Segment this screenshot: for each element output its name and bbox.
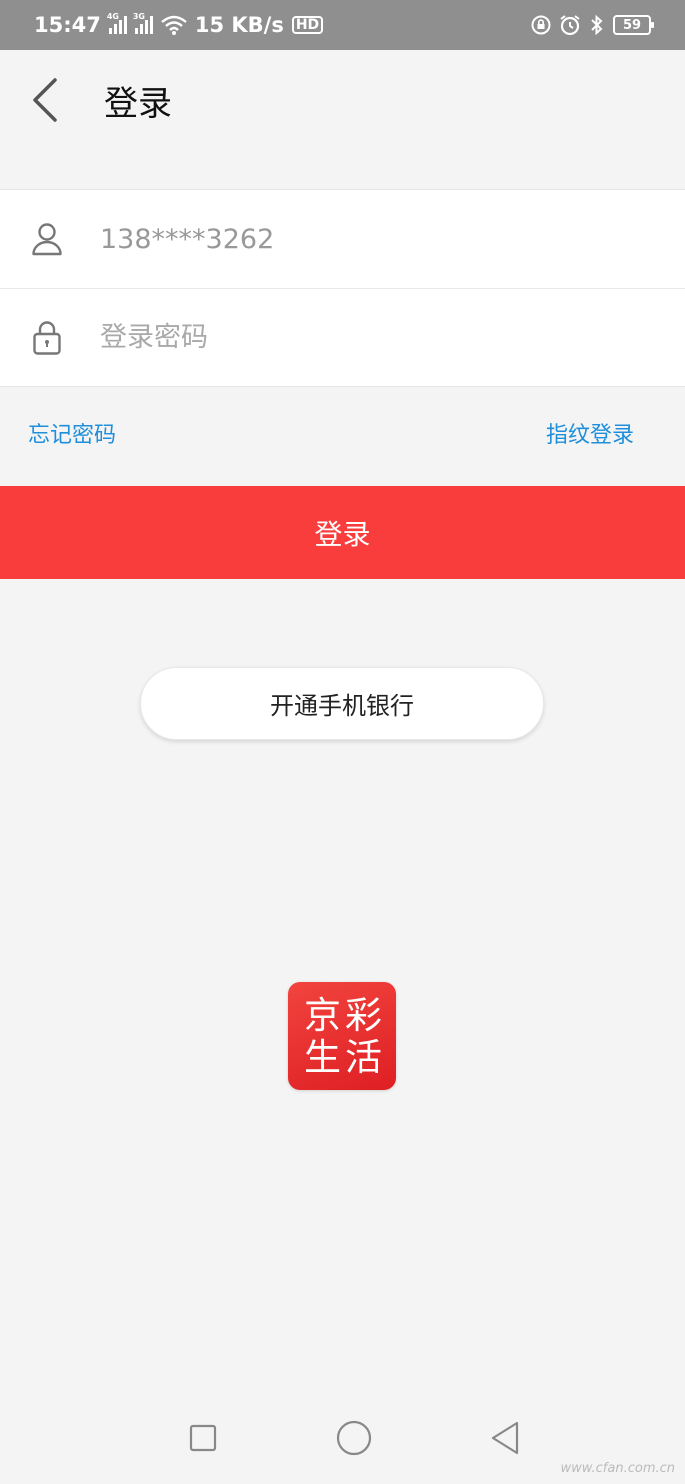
login-form: [0, 189, 685, 387]
chevron-left-icon: [33, 78, 57, 122]
circle-icon: [336, 1420, 371, 1456]
lock-icon: [33, 320, 61, 355]
hd-voice-icon: HD: [291, 16, 324, 34]
status-left: 15:47 4G 3G 15 KB/s HD: [34, 12, 324, 37]
logo-char: 京: [304, 993, 341, 1037]
triangle-back-icon: [491, 1421, 518, 1455]
user-icon: [32, 223, 62, 256]
password-row: [0, 288, 685, 386]
square-icon: [189, 1424, 216, 1452]
page-title: 登录: [104, 83, 172, 124]
lock-rotation-icon: [531, 15, 551, 35]
network-speed: 15 KB/s: [194, 13, 284, 37]
bluetooth-icon: [591, 14, 603, 36]
login-button[interactable]: 登录: [0, 486, 685, 579]
status-time: 15:47: [34, 13, 101, 37]
status-bar: 15:47 4G 3G 15 KB/s HD 59: [0, 0, 685, 50]
app-logo: 京 彩 生 活: [288, 982, 396, 1090]
alarm-icon: [560, 15, 580, 36]
logo-char: 生: [304, 1035, 341, 1079]
fingerprint-login-link[interactable]: 指纹登录: [546, 417, 634, 449]
logo-char: 彩: [345, 993, 382, 1037]
signal-icon: 3G: [133, 12, 153, 34]
wifi-icon: [161, 15, 187, 35]
recents-button[interactable]: [173, 1408, 233, 1468]
battery-icon: 59: [613, 15, 654, 35]
login-links: 忘记密码 指纹登录: [0, 410, 685, 456]
account-input[interactable]: [100, 209, 685, 269]
signal-icon: 4G: [107, 12, 127, 34]
open-mobile-banking-button[interactable]: 开通手机银行: [140, 667, 544, 740]
home-button[interactable]: [324, 1408, 384, 1468]
forgot-password-link[interactable]: 忘记密码: [28, 417, 116, 449]
watermark: www.cfan.com.cn: [560, 1461, 675, 1476]
password-input[interactable]: [100, 307, 685, 368]
back-nav-button[interactable]: [475, 1408, 535, 1468]
logo-char: 活: [345, 1035, 382, 1079]
account-row: [0, 190, 685, 288]
back-button[interactable]: [0, 50, 90, 150]
status-right: 59: [531, 14, 654, 36]
app-header: 登录: [0, 50, 685, 150]
